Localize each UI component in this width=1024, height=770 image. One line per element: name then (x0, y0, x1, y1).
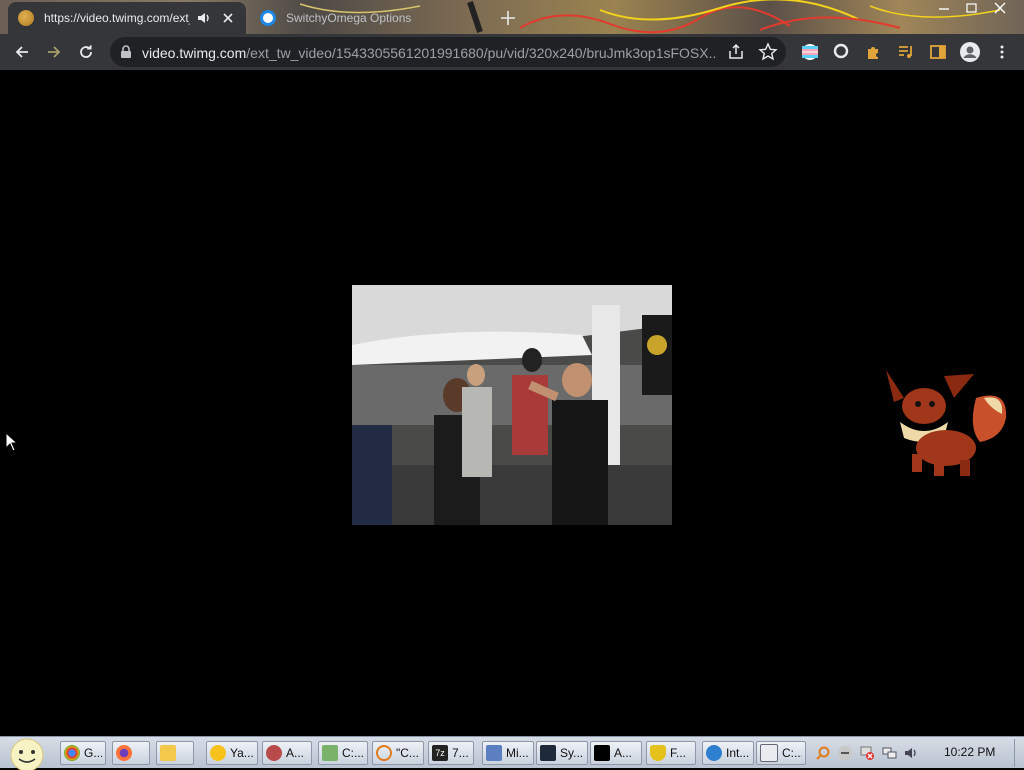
search-icon (376, 745, 392, 761)
app-icon (266, 745, 282, 761)
ie-icon (706, 745, 722, 761)
taskbar-item-label: F... (670, 746, 687, 760)
network-tray-icon[interactable] (881, 745, 897, 761)
url-host: video.twimg.com (142, 45, 247, 61)
taskbar-item-label: Mi... (506, 746, 529, 760)
tab-strip: https://video.twimg.com/ext_tw_video/ Sw… (0, 0, 1024, 34)
tab-title: SwitchyOmega Options (286, 11, 412, 25)
show-desktop-button[interactable] (1014, 739, 1023, 767)
taskbar-item-chrome[interactable]: G... (60, 741, 106, 765)
forward-button[interactable] (42, 40, 66, 64)
avatar-icon (960, 42, 980, 62)
arrow-right-icon (48, 46, 61, 58)
taskbar-item-label: A... (286, 746, 305, 760)
taskbar-item-label: C:... (782, 746, 802, 760)
start-button-icon[interactable] (8, 738, 46, 770)
network-icon (486, 745, 502, 761)
desktop-pet-eevee-icon (886, 370, 1007, 476)
extension-search-button[interactable] (830, 40, 854, 64)
taskbar-item-network[interactable]: Mi... (482, 741, 534, 765)
search-tray-icon[interactable] (815, 745, 831, 761)
taskbar-item-search[interactable]: "C... (372, 741, 424, 765)
smiley-icon (210, 745, 226, 761)
monitor-icon (540, 745, 556, 761)
taskbar-item-7zip[interactable]: 7z 7... (428, 741, 474, 765)
notepad-icon (322, 745, 338, 761)
speaker-icon[interactable] (196, 10, 212, 26)
taskbar-item-label: Int... (726, 746, 750, 760)
explorer-icon (760, 744, 778, 762)
flag-error-icon[interactable] (859, 745, 875, 761)
taskbar-item-app[interactable]: A... (262, 741, 312, 765)
taskbar-item-folder[interactable] (156, 741, 194, 765)
twimg-favicon-icon (18, 10, 34, 26)
url-path: /ext_tw_video/1543305561201991680/pu/vid… (246, 45, 717, 61)
magnifier-extension-icon (833, 43, 849, 59)
firefox-icon (116, 745, 132, 761)
reload-button[interactable] (74, 40, 98, 64)
tab-switchyomega-options[interactable]: SwitchyOmega Options (250, 2, 480, 34)
browser-toolbar: video.twimg.com/ext_tw_video/15433055612… (0, 34, 1024, 100)
mouse-cursor-icon (5, 432, 19, 452)
taskbar-item-explorer[interactable]: C:... (756, 741, 806, 765)
extension-flag-button[interactable] (798, 40, 822, 64)
taskbar-item-label: A... (614, 746, 633, 760)
address-bar[interactable]: video.twimg.com/ext_tw_video/15433055612… (110, 37, 786, 67)
taskbar-item-monitor[interactable]: Sy... (536, 741, 588, 765)
puzzle-icon (868, 47, 878, 59)
chrome-icon (64, 745, 80, 761)
shield-icon (650, 745, 666, 761)
taskbar-item-label: 7... (452, 746, 469, 760)
side-panel-button[interactable] (926, 40, 950, 64)
taskbar-item-shield[interactable]: F... (646, 741, 696, 765)
bookmark-star-icon[interactable] (758, 42, 778, 62)
7zip-icon: 7z (432, 745, 448, 761)
reload-icon (80, 45, 92, 58)
taskbar-item-ie[interactable]: Int... (702, 741, 754, 765)
side-panel-icon (930, 45, 946, 59)
taskbar: G... Ya... A... C:... "C... 7z 7... Mi..… (0, 736, 1024, 770)
taskbar-item-label: Sy... (560, 746, 584, 760)
taskbar-item-label: G... (84, 746, 102, 760)
profile-button[interactable] (958, 40, 982, 64)
taskbar-item-label: "C... (396, 746, 419, 760)
minimize-icon[interactable] (930, 0, 958, 16)
url-text[interactable]: video.twimg.com/ext_tw_video/15433055612… (142, 44, 717, 62)
tab-title: https://video.twimg.com/ext_tw_video/ (44, 11, 190, 25)
taskbar-item-firefox[interactable] (112, 741, 150, 765)
browser-window: https://video.twimg.com/ext_tw_video/ Sw… (0, 0, 1024, 770)
minus-circle-icon[interactable] (837, 745, 853, 761)
cmd-icon (594, 745, 610, 761)
restore-icon[interactable] (958, 0, 986, 16)
menu-button[interactable] (990, 40, 1014, 64)
taskbar-item-yahoo[interactable]: Ya... (206, 741, 258, 765)
kebab-menu-icon (1000, 45, 1004, 59)
taskbar-item-label: C:... (342, 746, 364, 760)
taskbar-item-cmd[interactable]: A... (590, 741, 642, 765)
back-button[interactable] (10, 40, 34, 64)
folder-icon (160, 745, 176, 761)
flag-extension-icon (802, 44, 818, 60)
video-frame (352, 285, 672, 525)
new-tab-icon[interactable] (498, 8, 518, 28)
arrow-left-icon (15, 46, 28, 58)
close-tab-icon[interactable] (220, 10, 236, 26)
video-player[interactable] (352, 285, 672, 525)
taskbar-item-label: Ya... (230, 746, 254, 760)
extensions-button[interactable] (862, 40, 886, 64)
taskbar-item-notepad[interactable]: C:... (318, 741, 368, 765)
close-window-icon[interactable] (986, 0, 1014, 16)
media-control-button[interactable] (894, 40, 918, 64)
volume-icon[interactable] (903, 745, 919, 761)
page-content (0, 70, 1024, 736)
lock-icon[interactable] (118, 44, 134, 60)
playlist-music-icon (899, 46, 912, 58)
taskbar-clock[interactable]: 10:22 PM (944, 745, 995, 759)
tab-twimg-video[interactable]: https://video.twimg.com/ext_tw_video/ (8, 2, 246, 34)
switchyomega-favicon-icon (260, 10, 276, 26)
share-icon[interactable] (726, 42, 746, 62)
